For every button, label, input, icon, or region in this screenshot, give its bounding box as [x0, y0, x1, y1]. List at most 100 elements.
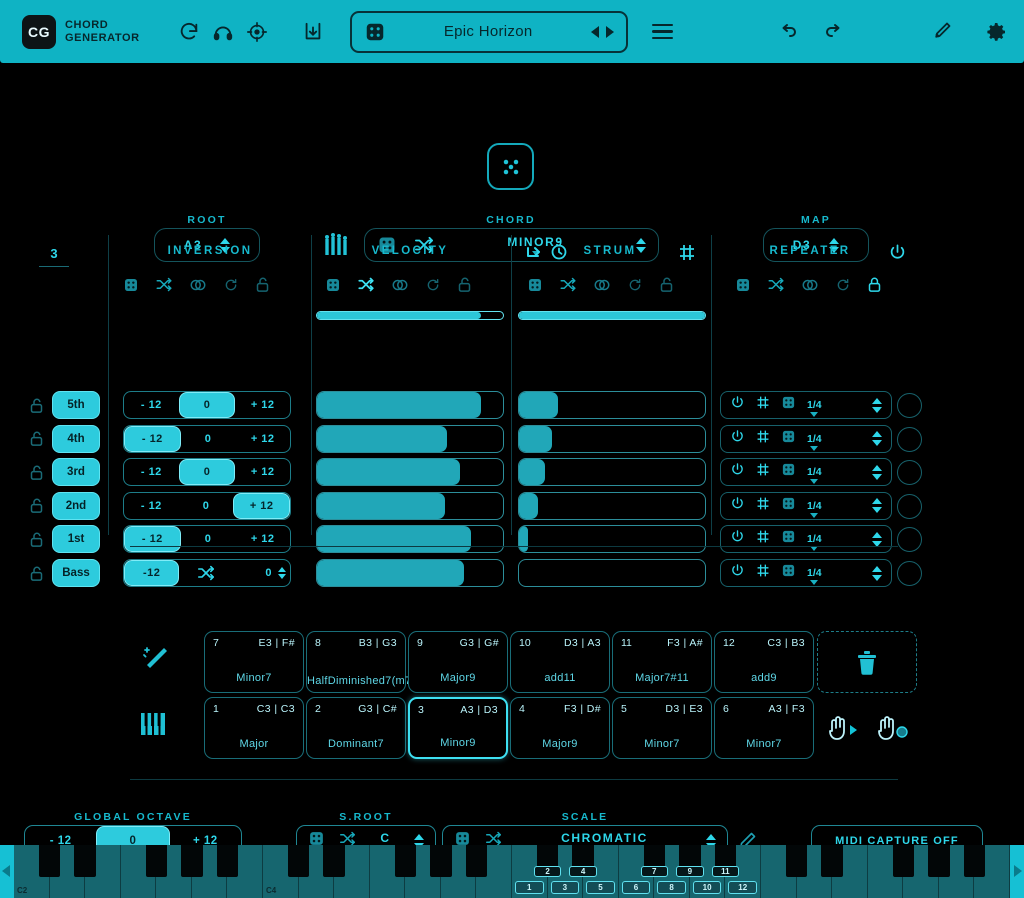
preset-selector[interactable]: Epic Horizon: [349, 10, 628, 53]
piano-black-key[interactable]: [892, 845, 914, 877]
shuffle-icon[interactable]: [357, 277, 375, 297]
inversion-segment[interactable]: - 12: [124, 493, 179, 519]
piano-black-key[interactable]: [821, 845, 843, 877]
velocity-master-slider[interactable]: [316, 311, 504, 320]
redo-icon[interactable]: [818, 15, 852, 49]
piano-key-chip[interactable]: 5: [586, 881, 615, 894]
piano-black-key[interactable]: [394, 845, 416, 877]
repeater-power-icon[interactable]: [730, 563, 745, 583]
repeater-row[interactable]: 1/4: [720, 424, 892, 453]
repeater-row[interactable]: 1/4: [720, 559, 892, 587]
bass-minus-octave[interactable]: -12: [124, 560, 180, 586]
inversion-segment[interactable]: 0: [178, 392, 236, 418]
strum-slider[interactable]: [518, 391, 706, 419]
repeater-sharp-icon[interactable]: [756, 496, 770, 516]
strum-slider[interactable]: [518, 525, 706, 554]
degree-button[interactable]: Bass: [52, 559, 100, 587]
power-icon[interactable]: [888, 243, 907, 267]
repeater-sharp-icon[interactable]: [756, 429, 770, 449]
target-icon[interactable]: [240, 15, 274, 49]
strum-timer-icon[interactable]: [549, 239, 569, 266]
repeater-sharp-icon[interactable]: [756, 563, 770, 583]
inversion-segment[interactable]: - 12: [124, 425, 181, 452]
strum-slider[interactable]: [518, 491, 706, 520]
chord-pad[interactable]: 3 A3 | D3 Minor9: [408, 697, 508, 759]
piano-key-chip[interactable]: 6: [621, 881, 651, 894]
repeater-stepper[interactable]: [872, 498, 882, 514]
piano-key-chip[interactable]: 12: [728, 881, 757, 894]
gear-icon[interactable]: [980, 15, 1014, 49]
link-icon[interactable]: [801, 278, 819, 297]
brush-icon[interactable]: [924, 15, 958, 49]
undo-icon[interactable]: [770, 15, 804, 49]
repeater-power-icon[interactable]: [730, 429, 745, 449]
repeater-row[interactable]: 1/4: [720, 458, 892, 487]
piano-black-key[interactable]: [145, 845, 167, 877]
degree-button[interactable]: 4th: [52, 424, 100, 453]
degree-button[interactable]: 2nd: [52, 491, 100, 520]
inversion-segment[interactable]: - 12: [124, 459, 179, 485]
inversion-segment[interactable]: 0: [181, 526, 236, 552]
piano-right-arrow-icon[interactable]: [1014, 865, 1022, 877]
reset-icon[interactable]: [835, 277, 851, 298]
chord-pad[interactable]: 1 C3 | C3 Major: [204, 697, 304, 759]
chord-pad[interactable]: 7 E3 | F# Minor7: [204, 631, 304, 693]
piano-key-chip[interactable]: 9: [676, 866, 704, 877]
piano-key-chip[interactable]: 1: [515, 881, 544, 894]
link-icon[interactable]: [189, 278, 207, 297]
repeater-row[interactable]: 1/4: [720, 525, 892, 554]
trash-icon[interactable]: [817, 631, 917, 693]
velocity-slider[interactable]: [316, 491, 504, 520]
dice-icon[interactable]: [527, 277, 543, 298]
row-lock-icon[interactable]: [26, 395, 46, 415]
inversion-segment[interactable]: - 12: [124, 392, 179, 418]
velocity-slider[interactable]: [316, 458, 504, 487]
reset-icon[interactable]: [223, 277, 239, 298]
piano-black-key[interactable]: [287, 845, 310, 877]
strum-master-slider[interactable]: [518, 311, 706, 320]
repeater-sharp-icon[interactable]: [756, 395, 770, 415]
chord-pad[interactable]: 6 A3 | F3 Minor7: [714, 697, 814, 759]
preset-dice-icon[interactable]: [364, 21, 386, 43]
inversion-segment[interactable]: 0: [178, 459, 236, 486]
inversion-row[interactable]: - 12 0 + 12: [123, 424, 291, 453]
piano-key-chip[interactable]: 7: [640, 866, 668, 877]
velocity-slider[interactable]: [316, 525, 504, 554]
repeater-knob[interactable]: [897, 493, 922, 519]
repeater-row[interactable]: 1/4: [720, 391, 892, 419]
chord-pad[interactable]: 9 G3 | G# Major9: [408, 631, 508, 693]
shuffle-icon[interactable]: [155, 277, 173, 297]
piano-key-chip[interactable]: 3: [550, 881, 580, 894]
piano-black-key[interactable]: [38, 845, 61, 877]
piano-key-chip[interactable]: 11: [711, 866, 740, 877]
repeater-power-icon[interactable]: [730, 462, 745, 482]
velocity-slider[interactable]: [316, 559, 504, 587]
repeater-dice-icon[interactable]: [781, 462, 796, 482]
repeater-division[interactable]: 1/4: [807, 567, 822, 585]
repeater-division[interactable]: 1/4: [807, 533, 822, 552]
strum-grid-icon[interactable]: [678, 243, 696, 267]
piano-black-key[interactable]: [928, 845, 950, 877]
lock-icon[interactable]: [867, 276, 882, 298]
repeater-division[interactable]: 1/4: [807, 433, 822, 451]
row-lock-icon[interactable]: [26, 429, 46, 449]
inversion-row[interactable]: - 12 0 + 12: [123, 458, 291, 487]
degree-button[interactable]: 1st: [52, 525, 100, 554]
repeater-stepper[interactable]: [872, 464, 882, 480]
prev-arrow-icon[interactable]: [590, 25, 599, 38]
degree-button[interactable]: 5th: [52, 391, 100, 419]
strum-slider[interactable]: [518, 559, 706, 587]
repeater-sharp-icon[interactable]: [756, 462, 770, 482]
repeater-knob[interactable]: [897, 561, 922, 586]
refresh-icon[interactable]: [172, 15, 206, 49]
velocity-slider[interactable]: [316, 424, 504, 453]
repeater-power-icon[interactable]: [730, 395, 745, 415]
inversion-segment[interactable]: + 12: [235, 526, 290, 552]
chord-pad[interactable]: 11 F3 | A# Major7#11: [612, 631, 712, 693]
repeater-dice-icon[interactable]: [781, 496, 796, 516]
bass-shuffle-icon[interactable]: [179, 560, 232, 586]
piano-black-key[interactable]: [465, 845, 488, 877]
menu-icon[interactable]: [646, 15, 680, 49]
strum-slider[interactable]: [518, 458, 706, 487]
strum-direction-icon[interactable]: [525, 242, 545, 267]
